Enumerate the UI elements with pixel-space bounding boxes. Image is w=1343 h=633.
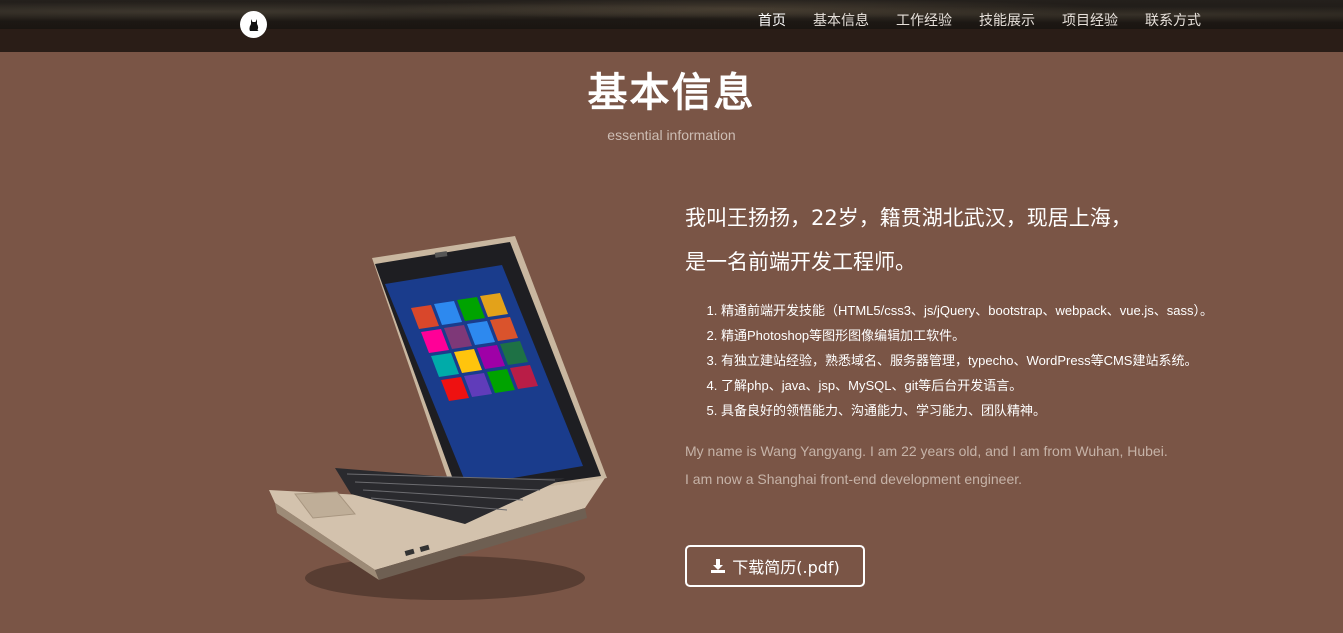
intro-section: 我叫王扬扬，22岁，籍贯湖北武汉，现居上海， 是一名前端开发工程师。 精通前端开…	[685, 196, 1245, 493]
download-resume-button[interactable]: 下载简历(.pdf)	[685, 545, 865, 587]
headline-line-2: 是一名前端开发工程师。	[685, 250, 916, 274]
download-icon	[710, 558, 726, 574]
skills-list: 精通前端开发技能（HTML5/css3、js/jQuery、bootstrap、…	[685, 298, 1245, 423]
main-nav: 首页 基本信息 工作经验 技能展示 项目经验 联系方式	[758, 11, 1228, 29]
nav-item-skills[interactable]: 技能展示	[979, 11, 1035, 29]
skill-item: 有独立建站经验，熟悉域名、服务器管理，typecho、WordPress等CMS…	[721, 348, 1245, 373]
section-title: 基本信息	[587, 70, 756, 116]
top-navbar: 首页 基本信息 工作经验 技能展示 项目经验 联系方式	[0, 0, 1343, 52]
skill-item: 具备良好的领悟能力、沟通能力、学习能力、团队精神。	[721, 398, 1245, 423]
headline-line-1: 我叫王扬扬，22岁，籍贯湖北武汉，现居上海，	[685, 206, 1132, 230]
nav-item-work-experience[interactable]: 工作经验	[896, 11, 952, 29]
english-intro: My name is Wang Yangyang. I am 22 years …	[685, 437, 1245, 493]
nav-item-basic-info[interactable]: 基本信息	[813, 11, 869, 29]
nav-item-home[interactable]: 首页	[758, 11, 786, 29]
skill-item: 精通Photoshop等图形图像编辑加工软件。	[721, 323, 1245, 348]
skill-item: 了解php、java、jsp、MySQL、git等后台开发语言。	[721, 373, 1245, 398]
nav-item-projects[interactable]: 项目经验	[1062, 11, 1118, 29]
nav-item-contact[interactable]: 联系方式	[1145, 11, 1201, 29]
section-subtitle: essential information	[607, 127, 736, 143]
english-line-2: I am now a Shanghai front-end developmen…	[685, 471, 1023, 487]
cat-silhouette-icon[interactable]	[240, 11, 267, 38]
english-line-1: My name is Wang Yangyang. I am 22 years …	[685, 443, 1168, 459]
download-label: 下载简历(.pdf)	[732, 558, 840, 577]
laptop-illustration	[255, 228, 625, 628]
skill-item: 精通前端开发技能（HTML5/css3、js/jQuery、bootstrap、…	[721, 298, 1245, 323]
intro-headline: 我叫王扬扬，22岁，籍贯湖北武汉，现居上海， 是一名前端开发工程师。	[685, 196, 1245, 284]
